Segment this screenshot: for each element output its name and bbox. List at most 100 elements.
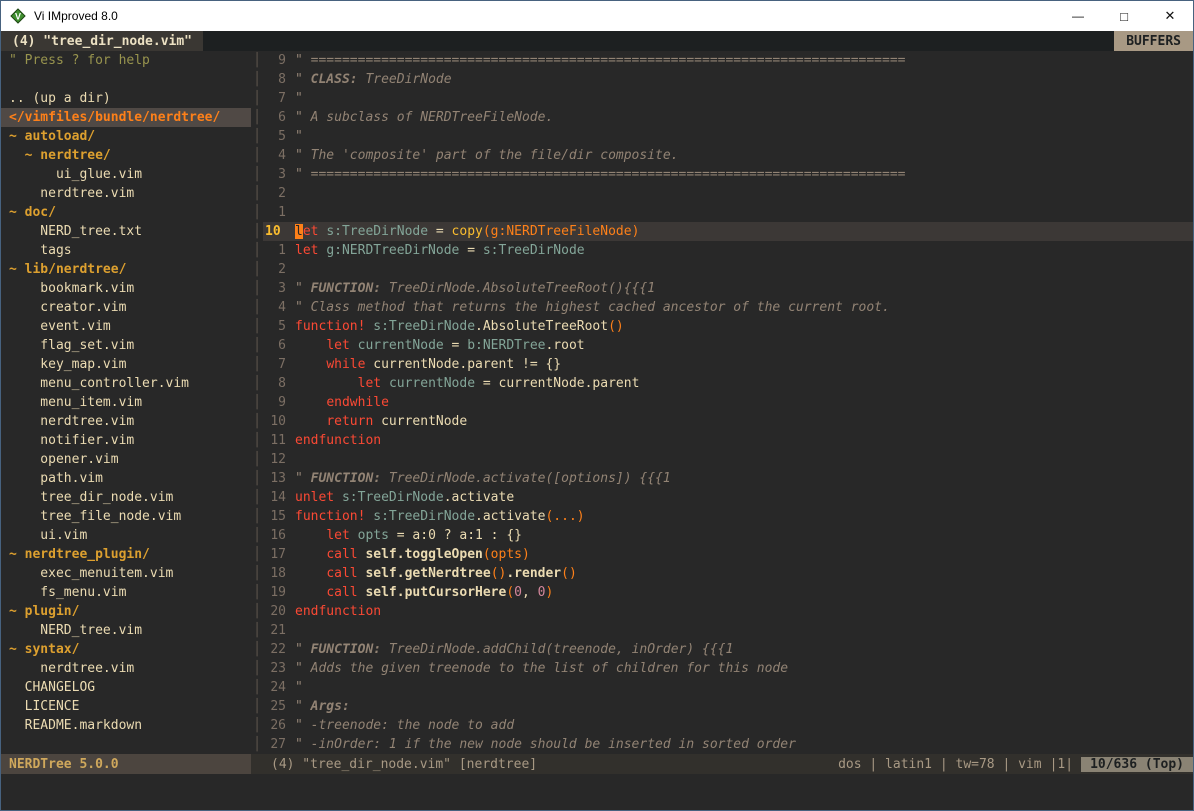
- code-token: ": [295, 642, 311, 657]
- nerdtree-item-file[interactable]: NERD_tree.vim: [1, 621, 251, 640]
- nerdtree-item-file[interactable]: tree_dir_node.vim: [1, 488, 251, 507]
- code-line[interactable]: 4" The 'composite' part of the file/dir …: [263, 146, 1193, 165]
- nerdtree-item-file[interactable]: exec_menuitem.vim: [1, 564, 251, 583]
- line-number: 5: [263, 317, 295, 336]
- tab-tree-dir-node[interactable]: (4) "tree_dir_node.vim": [1, 31, 203, 51]
- nerdtree-item-file[interactable]: key_map.vim: [1, 355, 251, 374]
- nerdtree-item-file[interactable]: tags: [1, 241, 251, 260]
- line-number: 7: [263, 355, 295, 374]
- nerdtree-item-dir[interactable]: ~ nerdtree_plugin/: [1, 545, 251, 564]
- code-line[interactable]: 12: [263, 450, 1193, 469]
- line-number: 26: [263, 716, 295, 735]
- line-number: 1: [263, 241, 295, 260]
- nerdtree-item-file[interactable]: NERD_tree.txt: [1, 222, 251, 241]
- code-text: " ======================================…: [295, 51, 905, 70]
- line-number: 18: [263, 564, 295, 583]
- code-line[interactable]: 5": [263, 127, 1193, 146]
- code-line[interactable]: 1: [263, 203, 1193, 222]
- nerdtree-item-file[interactable]: nerdtree.vim: [1, 184, 251, 203]
- nerdtree-item-file[interactable]: ui.vim: [1, 526, 251, 545]
- code-line[interactable]: 19 call self.putCursorHere(0, 0): [263, 583, 1193, 602]
- code-line[interactable]: 20endfunction: [263, 602, 1193, 621]
- code-line[interactable]: 16 let opts = a:0 ? a:1 : {}: [263, 526, 1193, 545]
- code-line[interactable]: 8" CLASS: TreeDirNode: [263, 70, 1193, 89]
- nerdtree-item-file[interactable]: path.vim: [1, 469, 251, 488]
- code-line[interactable]: 2: [263, 184, 1193, 203]
- code-line[interactable]: 14unlet s:TreeDirNode.activate: [263, 488, 1193, 507]
- code-token: CLASS:: [311, 72, 358, 87]
- code-text: " FUNCTION: TreeDirNode.AbsoluteTreeRoot…: [295, 279, 655, 298]
- code-line[interactable]: 3" FUNCTION: TreeDirNode.AbsoluteTreeRoo…: [263, 279, 1193, 298]
- nerdtree-item-dir[interactable]: ~ autoload/: [1, 127, 251, 146]
- nerdtree-item-dir[interactable]: ~ syntax/: [1, 640, 251, 659]
- code-token: ,: [522, 585, 538, 600]
- nerdtree-item-file[interactable]: ui_glue.vim: [1, 165, 251, 184]
- code-line[interactable]: 15function! s:TreeDirNode.activate(...): [263, 507, 1193, 526]
- nerdtree-item-file[interactable]: nerdtree.vim: [1, 659, 251, 678]
- code-line[interactable]: 21: [263, 621, 1193, 640]
- nerdtree-item-file[interactable]: fs_menu.vim: [1, 583, 251, 602]
- code-token: return: [326, 414, 373, 429]
- code-line[interactable]: 10 return currentNode: [263, 412, 1193, 431]
- nerdtree-item-dir[interactable]: ~ nerdtree/: [1, 146, 251, 165]
- code-line[interactable]: 8 let currentNode = currentNode.parent: [263, 374, 1193, 393]
- code-line[interactable]: 6 let currentNode = b:NERDTree.root: [263, 336, 1193, 355]
- separator-glyph: │: [251, 431, 263, 450]
- code-line[interactable]: 7": [263, 89, 1193, 108]
- code-token: self.toggleOpen: [365, 547, 482, 562]
- window-separator[interactable]: │││││││││││││││││││││││││││││││││││││: [251, 51, 263, 754]
- code-line[interactable]: 25" Args:: [263, 697, 1193, 716]
- separator-glyph: │: [251, 621, 263, 640]
- code-line[interactable]: 9 endwhile: [263, 393, 1193, 412]
- code-line[interactable]: 13" FUNCTION: TreeDirNode.activate([opti…: [263, 469, 1193, 488]
- code-token: [350, 528, 358, 543]
- nerdtree-item-file[interactable]: creator.vim: [1, 298, 251, 317]
- nerdtree-item-file[interactable]: bookmark.vim: [1, 279, 251, 298]
- code-token: [295, 414, 326, 429]
- separator-glyph: │: [251, 526, 263, 545]
- code-line[interactable]: 4" Class method that returns the highest…: [263, 298, 1193, 317]
- code-line[interactable]: 5function! s:TreeDirNode.AbsoluteTreeRoo…: [263, 317, 1193, 336]
- nerdtree-item-file[interactable]: notifier.vim: [1, 431, 251, 450]
- code-line[interactable]: 18 call self.getNerdtree().render(): [263, 564, 1193, 583]
- code-line[interactable]: 17 call self.toggleOpen(opts): [263, 545, 1193, 564]
- nerdtree-item-file[interactable]: LICENCE: [1, 697, 251, 716]
- code-line-current[interactable]: 10let s:TreeDirNode = copy(g:NERDTreeFil…: [263, 222, 1193, 241]
- code-token: (: [506, 585, 514, 600]
- code-line[interactable]: 26" -treenode: the node to add: [263, 716, 1193, 735]
- nerdtree-item-file[interactable]: nerdtree.vim: [1, 412, 251, 431]
- nerdtree-item-dir[interactable]: ~ doc/: [1, 203, 251, 222]
- minimize-button[interactable]: —: [1055, 1, 1101, 31]
- editor-panel[interactable]: 9" =====================================…: [263, 51, 1193, 754]
- nerdtree-item-file[interactable]: menu_item.vim: [1, 393, 251, 412]
- nerdtree-item-file[interactable]: opener.vim: [1, 450, 251, 469]
- nerdtree-item-dir[interactable]: ~ lib/nerdtree/: [1, 260, 251, 279]
- nerdtree-item-file[interactable]: event.vim: [1, 317, 251, 336]
- code-token: FUNCTION:: [311, 471, 381, 486]
- nerdtree-item-file[interactable]: flag_set.vim: [1, 336, 251, 355]
- code-line[interactable]: 24": [263, 678, 1193, 697]
- nerdtree-item-file[interactable]: CHANGELOG: [1, 678, 251, 697]
- code-line[interactable]: 22" FUNCTION: TreeDirNode.addChild(treen…: [263, 640, 1193, 659]
- code-line[interactable]: 3" =====================================…: [263, 165, 1193, 184]
- code-line[interactable]: 2: [263, 260, 1193, 279]
- code-line[interactable]: 1let g:NERDTreeDirNode = s:TreeDirNode: [263, 241, 1193, 260]
- line-number: 17: [263, 545, 295, 564]
- code-line[interactable]: 7 while currentNode.parent != {}: [263, 355, 1193, 374]
- code-line[interactable]: 6" A subclass of NERDTreeFileNode.: [263, 108, 1193, 127]
- nerdtree-item-dir[interactable]: ~ plugin/: [1, 602, 251, 621]
- nerdtree-item-updir[interactable]: .. (up a dir): [1, 89, 251, 108]
- nerdtree-item-root[interactable]: </vimfiles/bundle/nerdtree/: [1, 108, 251, 127]
- nerdtree-item-file[interactable]: menu_controller.vim: [1, 374, 251, 393]
- code-token: function!: [295, 319, 365, 334]
- code-line[interactable]: 27" -inOrder: 1 if the new node should b…: [263, 735, 1193, 754]
- line-number: 7: [263, 89, 295, 108]
- nerdtree-item-file[interactable]: README.markdown: [1, 716, 251, 735]
- nerdtree-item-file[interactable]: tree_file_node.vim: [1, 507, 251, 526]
- close-button[interactable]: ✕: [1147, 1, 1193, 31]
- code-line[interactable]: 23" Adds the given treenode to the list …: [263, 659, 1193, 678]
- command-line[interactable]: [1, 774, 1193, 810]
- code-line[interactable]: 9" =====================================…: [263, 51, 1193, 70]
- maximize-button[interactable]: □: [1101, 1, 1147, 31]
- code-line[interactable]: 11endfunction: [263, 431, 1193, 450]
